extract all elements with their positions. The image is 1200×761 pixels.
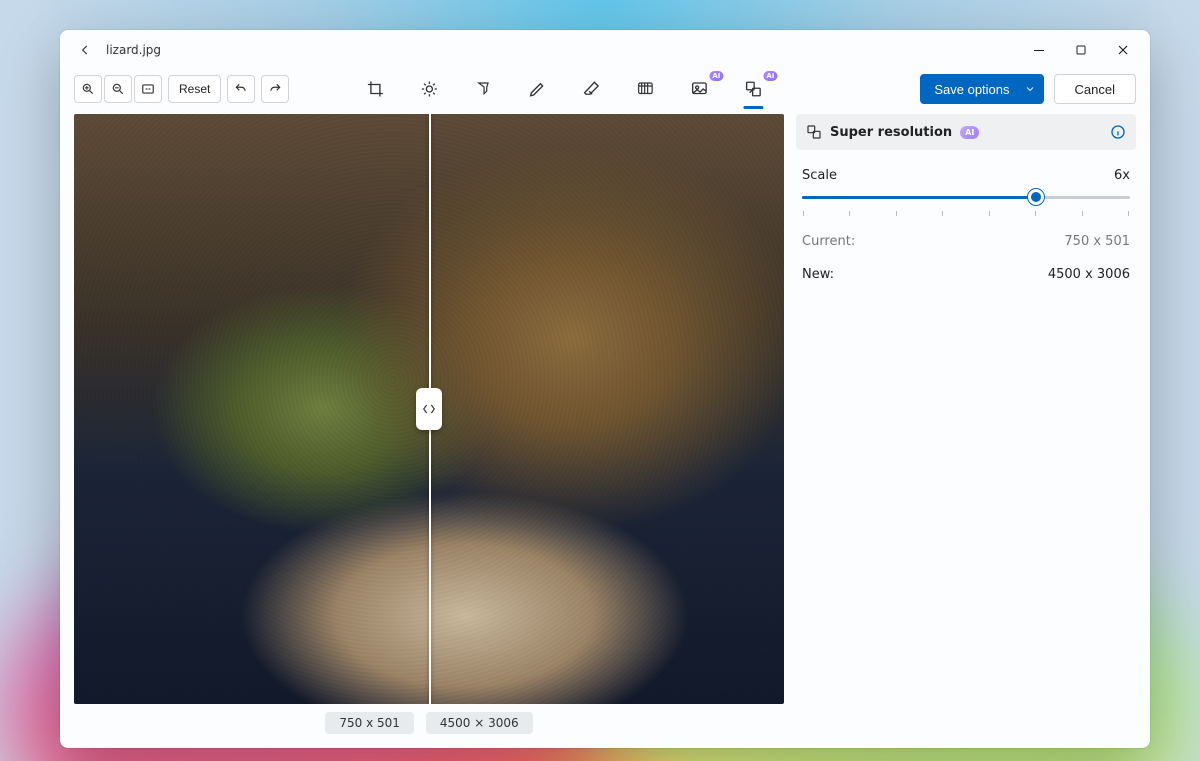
minimize-button[interactable] — [1018, 34, 1060, 66]
reset-button[interactable]: Reset — [168, 75, 221, 103]
original-size-chip: 750 x 501 — [325, 712, 414, 734]
zoom-out-button[interactable] — [104, 75, 132, 103]
super-resolution-tool[interactable]: AI — [739, 75, 767, 103]
scale-label: Scale — [802, 168, 837, 183]
slider-thumb[interactable] — [1028, 189, 1044, 205]
info-icon[interactable] — [1110, 124, 1126, 140]
maximize-button[interactable] — [1060, 34, 1102, 66]
new-label: New: — [802, 267, 834, 282]
panel-body: Scale 6x Current: 750 x 501 New: — [796, 150, 1136, 282]
panel-header: Super resolution AI — [796, 114, 1136, 150]
properties-panel: Super resolution AI Scale 6x — [796, 114, 1136, 734]
zoom-in-button[interactable] — [74, 75, 102, 103]
upscaled-size-chip: 4500 × 3006 — [426, 712, 533, 734]
redo-button[interactable] — [261, 75, 289, 103]
canvas-column: 750 x 501 4500 × 3006 — [74, 114, 784, 734]
ai-badge-icon: AI — [763, 71, 777, 81]
super-resolution-icon — [806, 124, 822, 140]
slider-ticks — [802, 211, 1130, 216]
markup-tool[interactable] — [523, 75, 551, 103]
filter-tool[interactable] — [469, 75, 497, 103]
compare-handle[interactable] — [416, 388, 442, 430]
chevron-down-icon — [1024, 83, 1036, 95]
background-tool[interactable] — [631, 75, 659, 103]
photos-editor-window: lizard.jpg Reset — [60, 30, 1150, 748]
new-size-row: New: 4500 x 3006 — [802, 267, 1130, 282]
image-preview[interactable] — [74, 114, 784, 704]
file-name: lizard.jpg — [106, 43, 161, 57]
fit-to-screen-button[interactable] — [134, 75, 162, 103]
close-button[interactable] — [1102, 34, 1144, 66]
erase-tool[interactable] — [577, 75, 605, 103]
slider-fill — [802, 196, 1036, 199]
scale-control: Scale 6x — [802, 168, 1130, 216]
ai-image-tool[interactable]: AI — [685, 75, 713, 103]
back-button[interactable] — [72, 37, 98, 63]
save-options-label: Save options — [934, 82, 1009, 97]
scale-slider[interactable] — [802, 189, 1130, 205]
scale-value: 6x — [1114, 168, 1130, 183]
edit-tools: AI AI — [361, 75, 767, 103]
toolbar-actions: Save options Cancel — [920, 74, 1136, 104]
content-area: 750 x 501 4500 × 3006 Super resolution A… — [60, 114, 1150, 748]
dimension-chips: 750 x 501 4500 × 3006 — [74, 704, 784, 734]
crop-tool[interactable] — [361, 75, 389, 103]
panel-title: Super resolution — [830, 125, 952, 140]
current-label: Current: — [802, 234, 855, 249]
ai-badge: AI — [960, 126, 979, 139]
toolbar: Reset — [60, 70, 1150, 114]
new-value: 4500 x 3006 — [1048, 267, 1130, 282]
titlebar: lizard.jpg — [60, 30, 1150, 70]
cancel-button[interactable]: Cancel — [1054, 74, 1136, 104]
undo-button[interactable] — [227, 75, 255, 103]
ai-badge-icon: AI — [709, 71, 723, 81]
save-options-button[interactable]: Save options — [920, 74, 1043, 104]
window-controls — [1018, 34, 1144, 66]
zoom-group — [74, 75, 162, 103]
current-value: 750 x 501 — [1064, 234, 1130, 249]
adjust-tool[interactable] — [415, 75, 443, 103]
current-size-row: Current: 750 x 501 — [802, 234, 1130, 249]
